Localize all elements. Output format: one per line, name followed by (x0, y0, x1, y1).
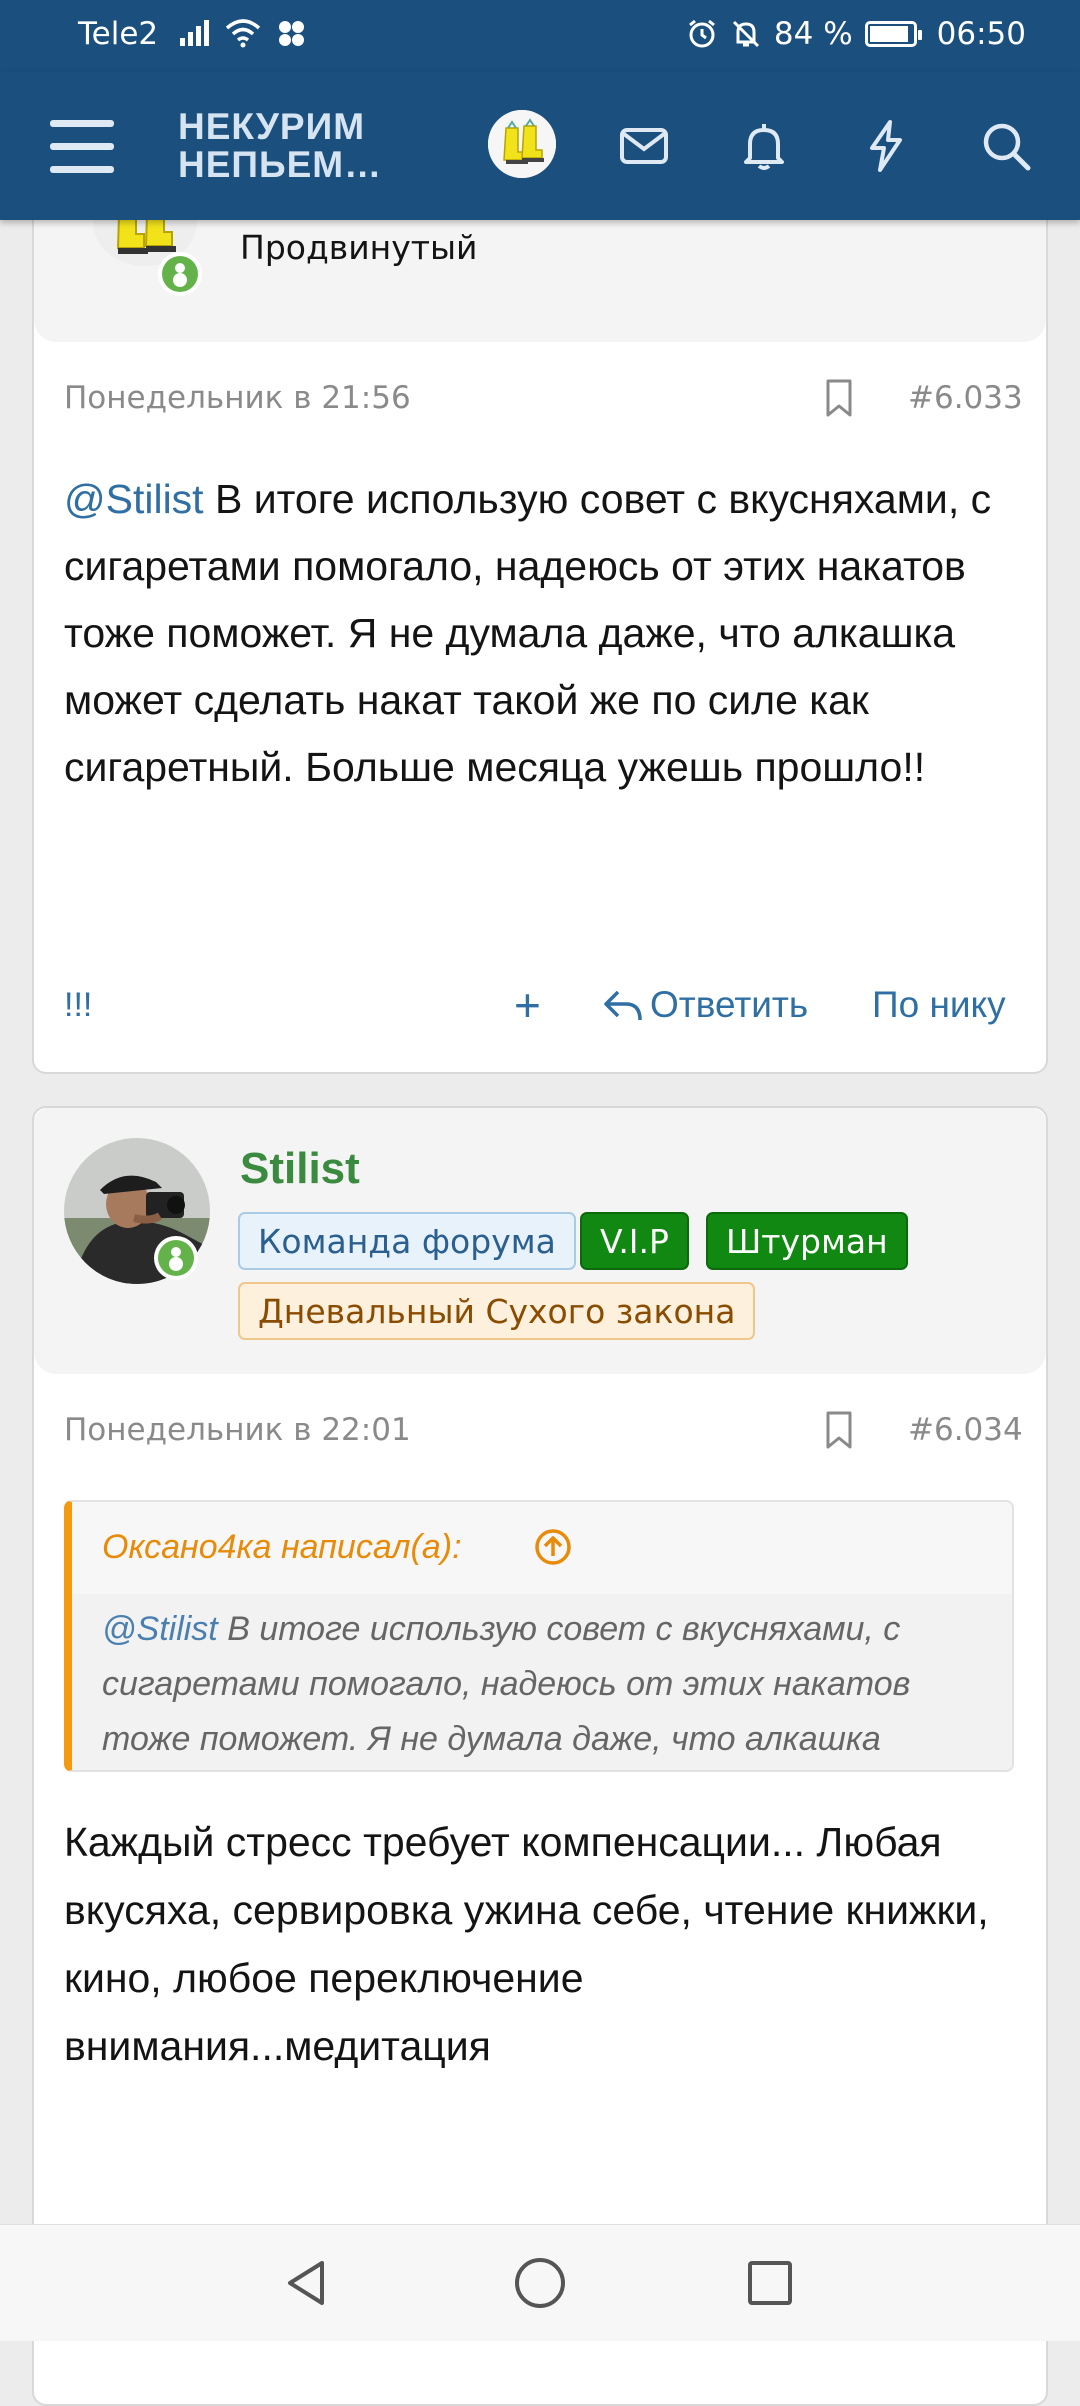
post-text: В итоге использую совет с вкусняхами, с … (64, 476, 992, 790)
wifi-icon (225, 19, 261, 48)
search-icon[interactable] (978, 118, 1034, 174)
reactions-link[interactable]: !!! (64, 986, 92, 1025)
bell-icon[interactable] (736, 118, 792, 174)
badge-team: Команда форума (238, 1212, 576, 1270)
post-message: @Stilist В итоге использую совет с вкусн… (64, 466, 1014, 801)
username[interactable]: Stilist (240, 1144, 360, 1194)
post-date[interactable]: Понедельник в 22:01 (64, 1412, 411, 1448)
system-nav-bar (0, 2224, 1080, 2341)
post-date[interactable]: Понедельник в 21:56 (64, 380, 411, 416)
user-mention[interactable]: @Stilist (102, 1610, 218, 1648)
home-icon[interactable] (512, 2255, 568, 2311)
logo-line-2: НЕПЬЕМ… (178, 144, 383, 185)
menu-icon[interactable] (50, 120, 114, 173)
post-message: Каждый стресс требует компенсации... Люб… (64, 1819, 989, 2069)
logo-line-1: НЕКУРИМ (178, 106, 366, 147)
badge-orderly: Дневальный Сухого закона (238, 1282, 756, 1340)
user-title: Продвинутый (240, 228, 478, 267)
post: Stilist Команда форума V.I.P Штурман Дне… (32, 1106, 1048, 2406)
reply-icon (604, 990, 642, 1021)
bookmark-icon[interactable] (824, 1410, 854, 1450)
online-status-icon (154, 1236, 198, 1280)
post: Продвинутый Понедельник в 21:56 #6.033 @… (32, 180, 1048, 1074)
reply-label: Ответить (650, 984, 809, 1025)
badge-vip: V.I.P (580, 1212, 689, 1270)
alarm-icon (688, 19, 715, 48)
battery-percent: 84 % (773, 16, 853, 52)
post-number[interactable]: #6.033 (908, 380, 1023, 416)
bookmark-icon[interactable] (824, 378, 854, 418)
post-user-block: Stilist Команда форума V.I.P Штурман Дне… (34, 1108, 1046, 1374)
user-mention[interactable]: @Stilist (64, 476, 204, 522)
quote-block: Оксано4ка написал(а): @Stilist В итоге и… (64, 1500, 1014, 1772)
mail-icon[interactable] (616, 118, 672, 174)
back-icon[interactable] (280, 2255, 336, 2311)
signal-icon (180, 20, 209, 46)
by-nick-button[interactable]: По нику (872, 984, 1006, 1026)
user-avatar[interactable] (488, 110, 556, 178)
quote-body: @Stilist В итоге использую совет с вкусн… (72, 1594, 1012, 1770)
recents-icon[interactable] (742, 2255, 798, 2311)
online-status-icon (158, 252, 202, 296)
mute-icon (732, 20, 759, 48)
lightning-icon[interactable] (858, 118, 914, 174)
app-header: НЕКУРИМ НЕПЬЕМ… (0, 72, 1080, 220)
clock: 06:50 (936, 16, 1026, 52)
plus-button[interactable]: + (514, 978, 541, 1032)
quote-text: В итоге использую совет с вкусняхами, с … (102, 1610, 911, 1758)
post-actions: !!! + Ответить По нику (34, 978, 1046, 1040)
badge-navigator: Штурман (706, 1212, 908, 1270)
social-icon (279, 21, 304, 46)
go-to-quote-icon[interactable] (534, 1528, 572, 1566)
boots-avatar-image (488, 110, 556, 178)
post-number[interactable]: #6.034 (908, 1412, 1023, 1448)
battery-icon (864, 21, 922, 47)
quote-author[interactable]: Оксано4ка написал(а): (102, 1528, 462, 1567)
carrier-name: Tele2 (78, 16, 159, 52)
status-bar: Tele2 84 % 06:50 (0, 0, 1080, 72)
site-logo[interactable]: НЕКУРИМ НЕПЬЕМ… (178, 108, 382, 184)
